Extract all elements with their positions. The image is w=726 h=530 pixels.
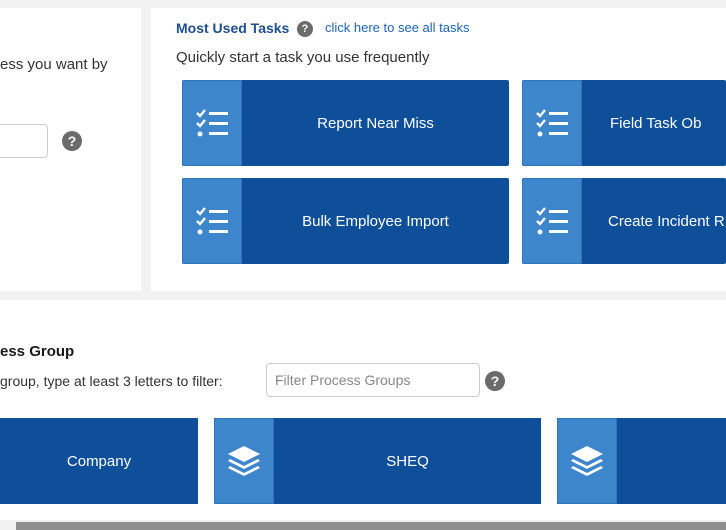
group-label (617, 418, 726, 504)
horizontal-scrollbar[interactable] (16, 522, 726, 530)
see-all-tasks-link[interactable]: click here to see all tasks (325, 20, 470, 35)
process-group-panel: ess Group group, type at least 3 letters… (0, 300, 726, 520)
process-group-title: ess Group (0, 343, 75, 360)
help-icon[interactable]: ? (62, 131, 82, 151)
group-tile-company[interactable]: Company (0, 418, 198, 504)
help-icon[interactable]: ? (297, 21, 313, 37)
task-label: Bulk Employee Import (242, 178, 509, 264)
process-search-instruction: ess you want by (0, 56, 108, 73)
checklist-icon (182, 178, 242, 264)
most-used-tasks-panel: Most Used Tasks ? click here to see all … (151, 8, 726, 291)
checklist-icon (182, 80, 242, 166)
task-tile-bulk-employee-import[interactable]: Bulk Employee Import (182, 178, 509, 264)
help-icon[interactable]: ? (485, 371, 505, 391)
task-tile-create-incident[interactable]: Create Incident R (522, 178, 726, 264)
filter-process-groups-input[interactable] (266, 363, 480, 397)
task-label: Field Task Ob (582, 80, 726, 166)
task-label: Report Near Miss (242, 80, 509, 166)
checklist-icon (522, 80, 582, 166)
group-tile-third[interactable] (557, 418, 726, 504)
process-group-hint: group, type at least 3 letters to filter… (0, 373, 223, 389)
most-used-tasks-subtitle: Quickly start a task you use frequently (176, 49, 430, 66)
task-tile-field-task[interactable]: Field Task Ob (522, 80, 726, 166)
group-tile-sheq[interactable]: SHEQ (214, 418, 541, 504)
group-label: SHEQ (274, 418, 541, 504)
task-tile-report-near-miss[interactable]: Report Near Miss (182, 80, 509, 166)
layers-icon (214, 418, 274, 504)
task-label: Create Incident R (582, 178, 726, 264)
most-used-tasks-title: Most Used Tasks (176, 20, 290, 36)
checklist-icon (522, 178, 582, 264)
group-label: Company (0, 418, 198, 504)
process-search-input[interactable] (0, 124, 48, 158)
layers-icon (557, 418, 617, 504)
process-search-panel: ess you want by ? (0, 8, 141, 291)
